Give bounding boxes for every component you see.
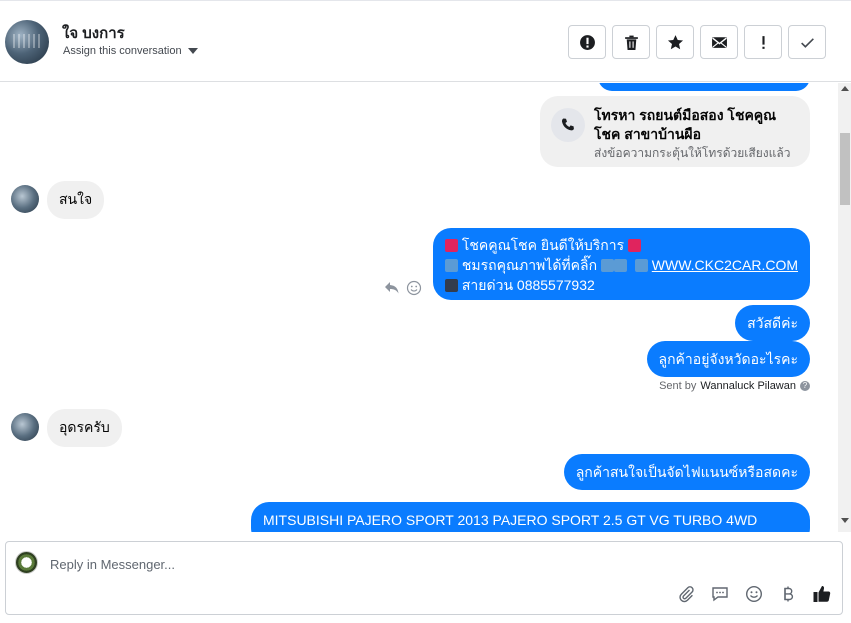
reply-icon[interactable] xyxy=(384,281,400,295)
conversation-header: ใจ บงการ Assign this conversation xyxy=(0,0,851,82)
exclamation-icon xyxy=(761,35,765,49)
inbox-conversation-view: ใจ บงการ Assign this conversation โทรหา … xyxy=(0,0,851,623)
message-bubble-outgoing[interactable]: MITSUBISHI PAJERO SPORT 2013 PAJERO SPOR… xyxy=(251,502,810,532)
sent-by-prefix: Sent by xyxy=(659,380,697,392)
message-bubble-outgoing[interactable]: ลูกค้าอยู่จังหวัดอะไรคะ xyxy=(646,341,810,377)
trash-icon xyxy=(624,35,638,50)
contact-avatar-small xyxy=(11,185,39,213)
contact-name[interactable]: ใจ บงการ xyxy=(62,21,125,45)
assign-label: Assign this conversation xyxy=(63,45,182,57)
promo-line-2: ชมรถคุณภาพได้ที่คลิ๊ก xyxy=(461,257,598,273)
reply-input[interactable] xyxy=(50,554,750,574)
mark-done-button[interactable] xyxy=(788,25,826,59)
react-smiley-icon[interactable] xyxy=(406,280,422,296)
page-avatar xyxy=(15,551,38,574)
message-bubble-outgoing-partial[interactable] xyxy=(598,83,810,91)
down-arrow-emoji-icon xyxy=(600,259,614,272)
caret-down-icon xyxy=(187,48,198,54)
delete-button[interactable] xyxy=(612,25,650,59)
scroll-down-arrow-icon[interactable] xyxy=(841,518,849,523)
composer-tools xyxy=(676,584,832,604)
sent-by-label: Sent by Wannaluck Pilawan ? xyxy=(659,380,810,392)
promo-line-3: สายด่วน 0885577932 xyxy=(461,277,595,293)
checkmark-icon xyxy=(800,37,814,48)
sparkle-emoji-icon xyxy=(445,239,458,252)
phone-icon xyxy=(551,108,585,142)
paperclip-icon[interactable] xyxy=(676,584,696,604)
down-arrow-emoji-icon xyxy=(613,259,627,272)
scrollbar-thumb[interactable] xyxy=(840,133,850,205)
play-emoji-icon xyxy=(445,259,458,272)
message-thread[interactable]: โทรหา รถยนต์มือสอง โชคคูณโชค สาขาบ้านผือ… xyxy=(0,83,836,532)
scroll-up-arrow-icon[interactable] xyxy=(841,86,849,91)
alert-circle-icon xyxy=(579,34,595,50)
star-icon xyxy=(667,34,683,49)
star-button[interactable] xyxy=(656,25,694,59)
message-bubble-outgoing[interactable]: สวัสดีค่ะ xyxy=(735,305,810,341)
thumbs-up-icon[interactable] xyxy=(812,584,832,604)
mark-important-button[interactable] xyxy=(744,25,782,59)
conversation-toolbar xyxy=(568,25,826,59)
assign-conversation-dropdown[interactable]: Assign this conversation xyxy=(63,45,198,57)
contact-avatar[interactable] xyxy=(5,20,49,64)
mark-unread-button[interactable] xyxy=(700,25,738,59)
sparkle-emoji-icon xyxy=(628,239,641,252)
reply-composer xyxy=(5,541,843,615)
baht-icon[interactable] xyxy=(778,584,798,604)
message-actions xyxy=(384,280,422,296)
message-bubble-outgoing-promo[interactable]: โชคคูณโชค ยินดีให้บริการ ชมรถคุณภาพได้ที… xyxy=(433,228,810,300)
mobile-phone-emoji-icon xyxy=(445,279,458,292)
emoji-icon[interactable] xyxy=(744,584,764,604)
message-bubble-incoming[interactable]: สนใจ xyxy=(47,181,105,219)
sent-by-name: Wannaluck Pilawan xyxy=(700,380,796,392)
call-card-title: โทรหา รถยนต์มือสอง โชคคูณโชค สาขาบ้านผือ xyxy=(594,107,777,142)
message-bubble-outgoing[interactable]: ลูกค้าสนใจเป็นจัดไฟแนนซ์หรือสดคะ xyxy=(563,454,810,490)
saved-replies-icon[interactable] xyxy=(710,584,730,604)
promo-link[interactable]: WWW.CKC2CAR.COM xyxy=(652,257,798,273)
play-emoji-icon xyxy=(634,259,648,272)
mark-spam-button[interactable] xyxy=(568,25,606,59)
message-bubble-incoming[interactable]: อุดรครับ xyxy=(47,409,122,447)
call-request-card[interactable]: โทรหา รถยนต์มือสอง โชคคูณโชค สาขาบ้านผือ… xyxy=(540,96,810,167)
call-card-subtitle: ส่งข้อความกระตุ้นให้โทรด้วยเสียงแล้ว xyxy=(594,146,791,160)
promo-line-1: โชคคูณโชค ยินดีให้บริการ xyxy=(461,237,625,253)
help-icon[interactable]: ? xyxy=(800,381,810,391)
envelope-icon xyxy=(711,36,727,48)
contact-avatar-small xyxy=(11,413,39,441)
